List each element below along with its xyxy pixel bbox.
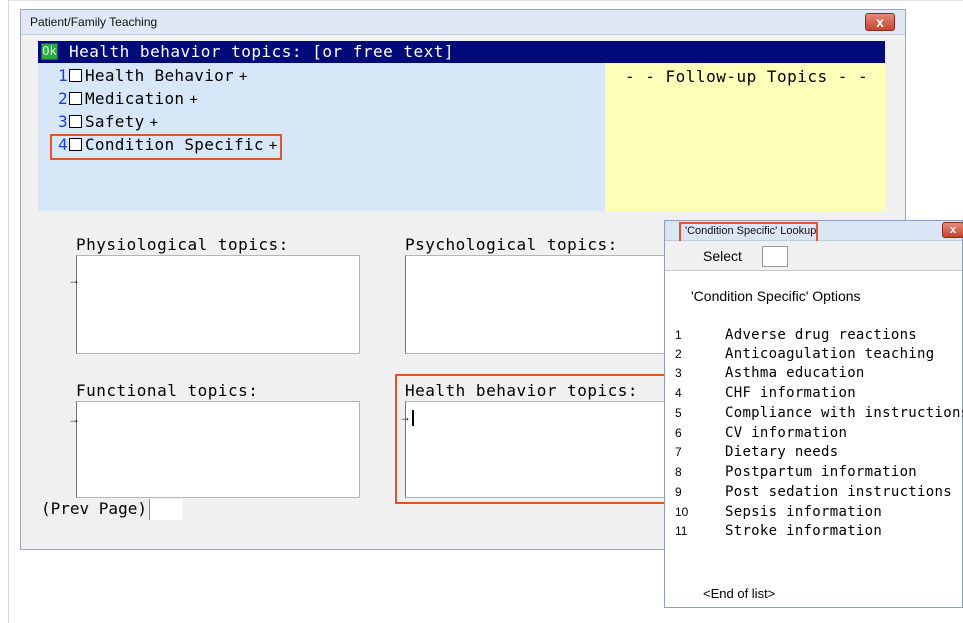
option-label: Safety — [85, 112, 145, 131]
checkbox[interactable] — [69, 69, 82, 82]
lookup-item-label: Dietary needs — [725, 444, 839, 460]
header-bar: Ok Health behavior topics: [or free text… — [38, 41, 885, 63]
lookup-item[interactable]: 11 Stroke information — [675, 522, 882, 542]
lookup-item-number: 3 — [675, 366, 682, 380]
lookup-item-label: CHF information — [725, 385, 856, 401]
condition-specific-lookup-window: 'Condition Specific' Lookup x Select 'Co… — [664, 220, 963, 608]
lookup-item[interactable]: 3 Asthma education — [675, 364, 865, 384]
lookup-item-number: 11 — [675, 524, 688, 538]
lookup-item[interactable]: 10 Sepsis information — [675, 503, 882, 523]
option-label: Health Behavior — [85, 66, 234, 85]
lookup-item-label: Post sedation instructions — [725, 484, 952, 500]
plus-icon: + — [189, 92, 198, 108]
lookup-item-number: 4 — [675, 386, 682, 400]
lookup-item-number: 5 — [675, 406, 682, 420]
lookup-item[interactable]: 1 Adverse drug reactions — [675, 326, 917, 346]
lookup-item-label: CV information — [725, 425, 848, 441]
plus-icon: + — [149, 115, 159, 131]
close-icon: x — [949, 224, 957, 236]
lookup-item-number: 9 — [675, 485, 682, 499]
lookup-item-number: 1 — [675, 328, 682, 342]
lookup-item-label: Adverse drug reactions — [725, 327, 918, 343]
option-number: 2 — [58, 89, 68, 108]
option-safety[interactable]: 3 Safety + — [58, 112, 158, 134]
prev-page-label: (Prev Page) — [41, 499, 147, 518]
followup-topics-panel: - - Follow-up Topics - - — [605, 63, 885, 211]
select-input[interactable] — [762, 246, 788, 267]
arrow-icon: → — [68, 273, 80, 287]
lookup-item[interactable]: 7 Dietary needs — [675, 443, 838, 463]
followup-title: - - Follow-up Topics - - — [625, 67, 869, 86]
arrow-icon: → — [68, 412, 80, 426]
lookup-item-label: Postpartum information — [725, 464, 918, 480]
lookup-select-row: Select — [665, 241, 962, 271]
lookup-item-label: Sepsis information — [725, 504, 883, 520]
highlight-lookup-title — [679, 222, 818, 243]
lookup-item-number: 8 — [675, 465, 682, 479]
lookup-item-label: Compliance with instructions — [725, 405, 963, 421]
lookup-item[interactable]: 2 Anticoagulation teaching — [675, 345, 935, 365]
lookup-item[interactable]: 6 CV information — [675, 424, 847, 444]
lookup-close-button[interactable]: x — [942, 222, 963, 238]
lookup-item[interactable]: 8 Postpartum information — [675, 463, 917, 483]
lookup-item-number: 7 — [675, 445, 682, 459]
page-left-line — [8, 0, 9, 623]
option-number: 3 — [58, 112, 68, 131]
lookup-item[interactable]: 9 Post sedation instructions — [675, 483, 952, 503]
option-label: Medication — [85, 89, 185, 108]
lookup-item-label: Asthma education — [725, 365, 865, 381]
lookup-item-label: Stroke information — [725, 523, 883, 539]
plus-icon: + — [239, 69, 248, 85]
physiological-topics-label: Physiological topics: — [76, 235, 289, 254]
title-bar: Patient/Family Teaching x — [21, 10, 905, 35]
physiological-topics-field[interactable]: → — [68, 255, 360, 354]
lookup-item-number: 2 — [675, 347, 682, 361]
lookup-item[interactable]: 5 Compliance with instructions — [675, 404, 963, 424]
lookup-options-title: 'Condition Specific' Options — [691, 288, 861, 304]
option-medication[interactable]: 2 Medication + — [58, 89, 198, 111]
highlight-condition-specific — [50, 134, 282, 160]
option-number: 1 — [58, 66, 68, 85]
close-button[interactable]: x — [865, 13, 895, 31]
lookup-item-number: 10 — [675, 505, 689, 519]
lookup-item[interactable]: 4 CHF information — [675, 384, 856, 404]
functional-topics-field[interactable]: → — [68, 401, 360, 498]
ok-button[interactable]: Ok — [41, 43, 58, 60]
select-label: Select — [703, 248, 742, 264]
highlight-health-behavior-field — [395, 374, 685, 504]
prev-page-input[interactable] — [149, 499, 183, 520]
lookup-item-label: Anticoagulation teaching — [725, 346, 935, 362]
end-of-list: <End of list> — [703, 586, 776, 601]
window-title: Patient/Family Teaching — [30, 15, 158, 29]
checkbox[interactable] — [69, 115, 82, 128]
functional-topics-label: Functional topics: — [76, 381, 259, 400]
page-top-line — [8, 0, 963, 1]
topics-form: Ok Health behavior topics: [or free text… — [38, 41, 885, 211]
lookup-item-number: 6 — [675, 426, 682, 440]
checkbox[interactable] — [69, 92, 82, 105]
psychological-topics-field[interactable] — [405, 255, 665, 354]
psychological-topics-label: Psychological topics: — [405, 235, 618, 254]
header-prompt: Health behavior topics: [or free text] — [69, 42, 455, 61]
close-icon: x — [876, 14, 884, 30]
option-health-behavior[interactable]: 1 Health Behavior + — [58, 66, 247, 88]
